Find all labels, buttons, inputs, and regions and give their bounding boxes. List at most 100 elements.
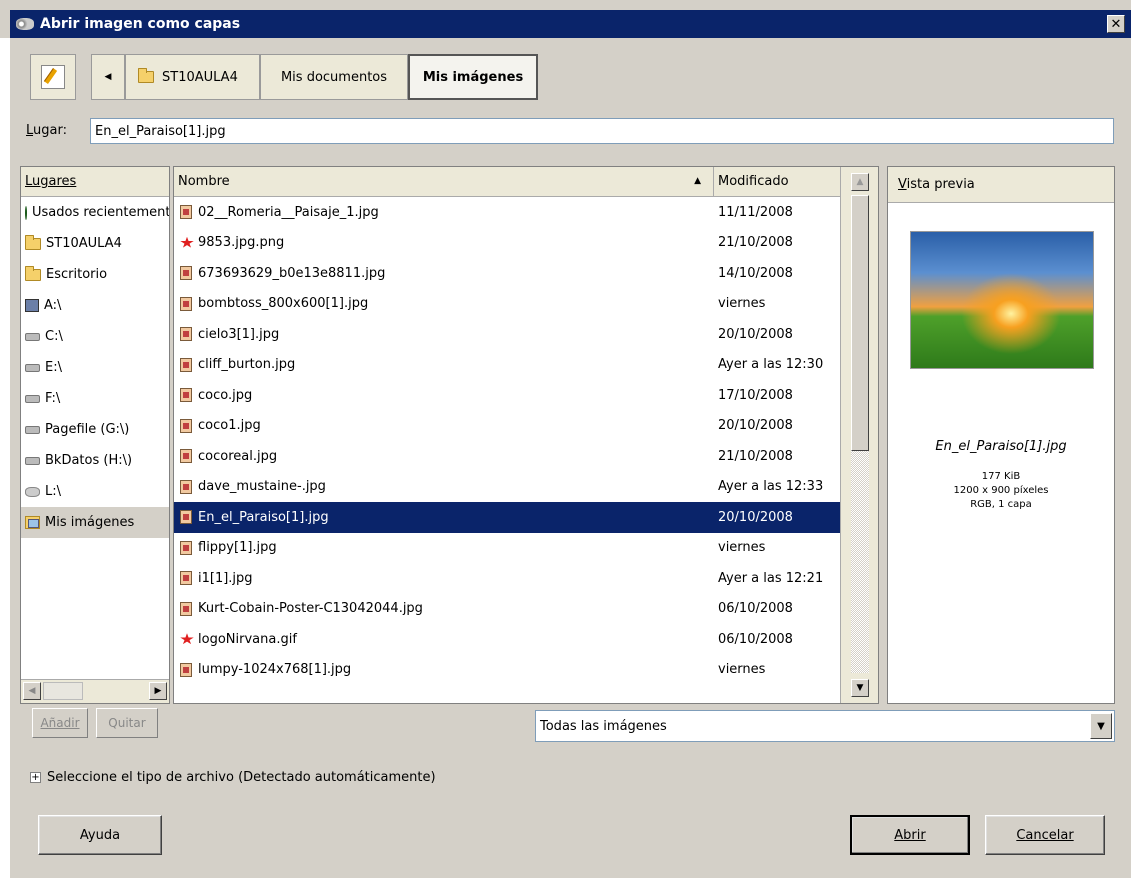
sidebar-item-label: L:\ (45, 484, 62, 499)
sidebar-item-label: C:\ (45, 329, 63, 344)
sidebar-item-label: Escritorio (46, 267, 108, 282)
sidebar-item[interactable]: BkDatos (H:\) (21, 445, 169, 476)
table-row[interactable]: flippy[1].jpg viernes (174, 533, 840, 564)
sidebar-item-label: BkDatos (H:\) (45, 453, 133, 468)
file-name: coco1.jpg (198, 418, 261, 434)
column-header-modified[interactable]: Modificado (714, 167, 840, 197)
file-date: Ayer a las 12:33 (718, 479, 824, 495)
breadcrumb-label: Mis documentos (280, 69, 388, 85)
scroll-thumb[interactable] (851, 195, 869, 451)
image-file-icon (180, 296, 192, 311)
file-name-cell: cielo3[1].jpg (174, 327, 714, 342)
sidebar-item[interactable]: Usados recientemente (21, 197, 169, 228)
places-horizontal-scrollbar[interactable]: ◀ ▶ (21, 679, 169, 703)
scroll-up-icon[interactable]: ▲ (851, 173, 869, 191)
file-list-vertical-scrollbar[interactable]: ▲ ▼ (840, 167, 878, 703)
network-drive-icon (25, 486, 40, 497)
table-row[interactable]: coco.jpg 17/10/2008 (174, 380, 840, 411)
remove-bookmark-button[interactable]: Quitar (96, 708, 158, 738)
sidebar-item[interactable]: C:\ (21, 321, 169, 352)
file-name-cell: 9853.jpg.png (174, 235, 714, 250)
add-bookmark-label: Añadir (40, 716, 80, 730)
sidebar-item-label: Usados recientemente (32, 205, 169, 220)
sidebar-item[interactable]: A:\ (21, 290, 169, 321)
scroll-thumb[interactable] (43, 682, 83, 700)
file-date: 11/11/2008 (718, 204, 793, 220)
table-row[interactable]: cielo3[1].jpg 20/10/2008 (174, 319, 840, 350)
image-file-icon (180, 357, 192, 372)
file-date: viernes (718, 662, 766, 678)
sidebar-item[interactable]: F:\ (21, 383, 169, 414)
places-header-label: Lugares (25, 174, 77, 189)
folder-icon (25, 234, 41, 250)
help-button[interactable]: Ayuda (38, 815, 162, 855)
location-input[interactable] (90, 118, 1114, 144)
preview-header-label: Vista previa (898, 177, 975, 192)
table-row[interactable]: 02__Romeria__Paisaje_1.jpg 11/11/2008 (174, 197, 840, 228)
table-row[interactable]: lumpy-1024x768[1].jpg viernes (174, 655, 840, 686)
table-row[interactable]: dave_mustaine-.jpg Ayer a las 12:33 (174, 472, 840, 503)
file-name: cliff_burton.jpg (198, 357, 296, 373)
file-filter-select[interactable]: Todas las imágenes ▼ (535, 710, 1115, 742)
table-row[interactable]: Kurt-Cobain-Poster-C13042044.jpg 06/10/20… (174, 594, 840, 625)
table-row[interactable]: bombtoss_800x600[1].jpg viernes (174, 289, 840, 320)
table-row[interactable]: 673693629_b0e13e8811.jpg 14/10/2008 (174, 258, 840, 289)
file-name: cielo3[1].jpg (198, 326, 280, 342)
sidebar-item[interactable]: L:\ (21, 476, 169, 507)
location-label: Lugar: (26, 123, 67, 138)
column-header-name-label: Nombre (178, 174, 230, 189)
image-file-icon (180, 510, 192, 525)
table-row[interactable]: i1[1].jpg Ayer a las 12:21 (174, 563, 840, 594)
type-location-toggle[interactable] (30, 54, 76, 100)
file-name: 9853.jpg.png (198, 235, 285, 251)
file-date: 06/10/2008 (718, 601, 793, 617)
scroll-down-icon[interactable]: ▼ (851, 679, 869, 697)
open-button-label: Abrir (894, 827, 926, 843)
column-header-name[interactable]: Nombre ▲ (174, 167, 714, 197)
file-date: 20/10/2008 (718, 418, 793, 434)
scroll-right-icon[interactable]: ▶ (149, 682, 167, 700)
path-scroll-left-button[interactable]: ◀ (91, 54, 125, 100)
table-row[interactable]: cliff_burton.jpg Ayer a las 12:30 (174, 350, 840, 381)
table-row[interactable]: 9853.jpg.png 21/10/2008 (174, 228, 840, 259)
table-row[interactable]: En_el_Paraiso[1].jpg 20/10/2008 (174, 502, 840, 533)
add-bookmark-button[interactable]: Añadir (32, 708, 88, 738)
gimp-app-icon (16, 18, 34, 30)
sidebar-item[interactable]: Pagefile (G:\) (21, 414, 169, 445)
cancel-button[interactable]: Cancelar (985, 815, 1105, 855)
file-name-cell: lumpy-1024x768[1].jpg (174, 662, 714, 677)
file-date: viernes (718, 540, 766, 556)
table-row[interactable]: cocoreal.jpg 21/10/2008 (174, 441, 840, 472)
file-name: logoNirvana.gif (198, 631, 297, 647)
table-row[interactable]: coco1.jpg 20/10/2008 (174, 411, 840, 442)
file-date: 17/10/2008 (718, 387, 793, 403)
help-button-label: Ayuda (79, 827, 121, 843)
history-icon (25, 205, 27, 220)
breadcrumb-st10aula4[interactable]: ST10AULA4 (125, 54, 260, 100)
image-file-icon (180, 327, 192, 342)
sidebar-item[interactable]: ST10AULA4 (21, 228, 169, 259)
chevron-down-icon[interactable]: ▼ (1090, 713, 1112, 739)
sidebar-item-label: A:\ (44, 298, 62, 313)
file-filter-value: Todas las imágenes (540, 718, 667, 734)
breadcrumb-label: Mis imágenes (422, 69, 524, 85)
breadcrumb-mis-documentos[interactable]: Mis documentos (260, 54, 408, 100)
places-header[interactable]: Lugares (21, 167, 169, 197)
file-name-cell: bombtoss_800x600[1].jpg (174, 296, 714, 311)
file-date: Ayer a las 12:21 (718, 570, 824, 586)
sidebar-item[interactable]: Mis imágenes (21, 507, 169, 538)
file-name-cell: coco.jpg (174, 388, 714, 403)
breadcrumb-mis-imagenes[interactable]: Mis imágenes (408, 54, 538, 100)
window-title: Abrir imagen como capas (40, 16, 241, 32)
file-name: coco.jpg (198, 387, 253, 403)
close-button[interactable]: ✕ (1107, 15, 1125, 33)
open-button[interactable]: Abrir (850, 815, 970, 855)
scroll-track[interactable] (851, 451, 869, 673)
sidebar-item[interactable]: E:\ (21, 352, 169, 383)
sidebar-item[interactable]: Escritorio (21, 259, 169, 290)
table-row[interactable]: logoNirvana.gif 06/10/2008 (174, 624, 840, 655)
file-name-cell: coco1.jpg (174, 418, 714, 433)
scroll-left-icon[interactable]: ◀ (23, 682, 41, 700)
breadcrumb-label: ST10AULA4 (162, 69, 238, 85)
file-type-expander[interactable]: + Seleccione el tipo de archivo (Detecta… (30, 770, 436, 785)
